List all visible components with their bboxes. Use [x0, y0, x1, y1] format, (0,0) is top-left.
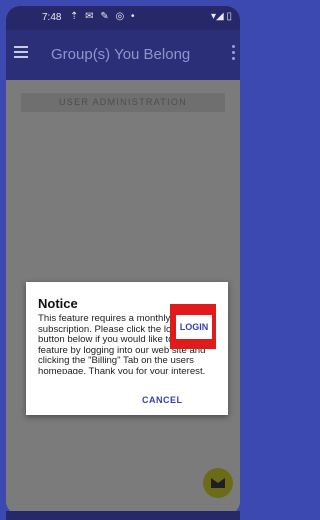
- mail-icon: [211, 478, 225, 488]
- page-title: Group(s) You Belong: [51, 46, 191, 63]
- menu-icon[interactable]: [14, 46, 28, 58]
- status-bar: 7:48 ⇡ ✉ ✎ ◎ • ▾◢ ▯: [6, 6, 240, 30]
- dialog-title: Notice: [38, 296, 78, 311]
- app-toolbar: Group(s) You Belong: [6, 30, 240, 80]
- status-icons: ⇡ ✉ ✎ ◎ •: [70, 11, 137, 22]
- navigation-bar: [6, 511, 240, 520]
- login-button[interactable]: LOGIN: [176, 315, 212, 339]
- phone-screen: 7:48 ⇡ ✉ ✎ ◎ • ▾◢ ▯ Group(s) You Belong …: [6, 6, 240, 515]
- cancel-button[interactable]: CANCEL: [142, 395, 183, 405]
- signal-battery-icons: ▾◢ ▯: [211, 11, 232, 22]
- user-administration-button[interactable]: USER ADMINISTRATION: [21, 93, 225, 112]
- status-time: 7:48: [42, 12, 62, 23]
- main-content: USER ADMINISTRATION Notice This feature …: [6, 80, 240, 515]
- mail-fab-button[interactable]: [203, 468, 233, 498]
- more-vert-icon[interactable]: [232, 45, 236, 63]
